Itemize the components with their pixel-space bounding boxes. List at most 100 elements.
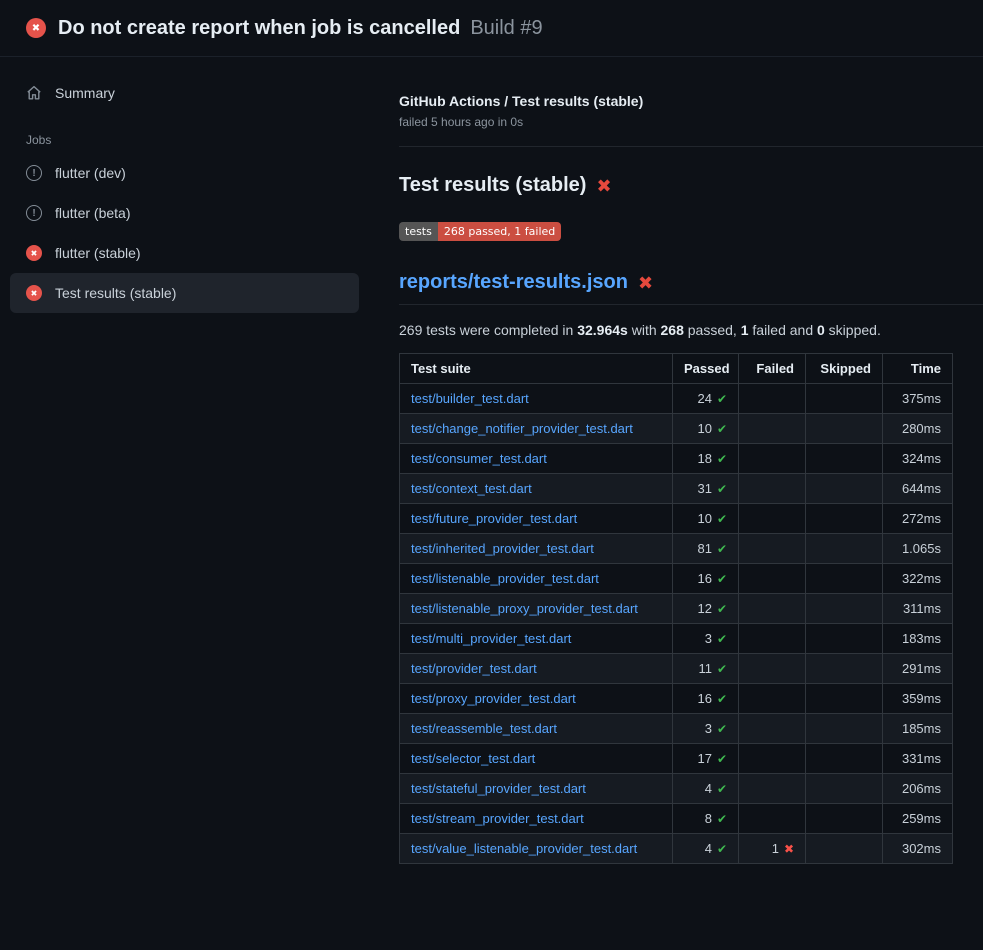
- fail-count-cell: [739, 594, 806, 624]
- table-row: test/value_listenable_provider_test.dart…: [400, 834, 953, 864]
- count-value: 4: [705, 841, 712, 856]
- x-circle-icon: ✖: [26, 285, 42, 301]
- table-row: test/multi_provider_test.dart3✔183ms: [400, 624, 953, 654]
- test-suite-cell: test/selector_test.dart: [400, 744, 673, 774]
- pass-count-cell: 16 ✔: [673, 684, 739, 714]
- time-cell: 644ms: [883, 474, 953, 504]
- skipped-count-cell: [806, 834, 883, 864]
- fail-count-cell: [739, 714, 806, 744]
- test-suite-link[interactable]: test/context_test.dart: [411, 481, 532, 496]
- col-time: Time: [883, 354, 953, 384]
- time-cell: 280ms: [883, 414, 953, 444]
- table-row: test/stateful_provider_test.dart4✔206ms: [400, 774, 953, 804]
- test-suite-link[interactable]: test/consumer_test.dart: [411, 451, 547, 466]
- test-suite-cell: test/value_listenable_provider_test.dart: [400, 834, 673, 864]
- x-circle-icon: ✖: [26, 18, 46, 38]
- sidebar-item-job[interactable]: !flutter (dev): [10, 153, 359, 193]
- skipped-count-cell: [806, 594, 883, 624]
- breadcrumb: GitHub Actions / Test results (stable): [399, 93, 983, 109]
- count-value: 11: [698, 661, 712, 676]
- test-suite-link[interactable]: test/change_notifier_provider_test.dart: [411, 421, 633, 436]
- sidebar: Summary Jobs !flutter (dev)!flutter (bet…: [0, 57, 383, 313]
- check-icon: ✔: [717, 512, 727, 526]
- check-icon: ✔: [717, 752, 727, 766]
- summary-number: 1: [741, 322, 749, 338]
- check-icon: ✔: [717, 782, 727, 796]
- pass-count-cell: 18✔: [673, 444, 739, 474]
- pass-count-cell: 12 ✔: [673, 594, 739, 624]
- test-suite-link[interactable]: test/proxy_provider_test.dart: [411, 691, 576, 706]
- report-link[interactable]: reports/test-results.json: [399, 271, 628, 294]
- x-circle-icon: ✖: [26, 245, 42, 261]
- cross-icon: ✖: [784, 842, 794, 856]
- results-table: Test suite Passed Failed Skipped Time te…: [399, 353, 953, 864]
- check-icon: ✔: [717, 662, 727, 676]
- check-icon: ✔: [717, 692, 727, 706]
- check-icon: ✔: [717, 482, 727, 496]
- count-value: 8: [705, 811, 712, 826]
- summary-fragment: passed,: [684, 322, 741, 338]
- fail-count-cell: [739, 804, 806, 834]
- time-cell: 331ms: [883, 744, 953, 774]
- time-cell: 302ms: [883, 834, 953, 864]
- count-value: 3: [705, 631, 712, 646]
- pass-count-cell: 11 ✔: [673, 654, 739, 684]
- sidebar-item-job[interactable]: !flutter (beta): [10, 193, 359, 233]
- count-value: 31: [697, 481, 711, 496]
- fail-count-cell: [739, 624, 806, 654]
- skipped-count-cell: [806, 444, 883, 474]
- time-cell: 185ms: [883, 714, 953, 744]
- col-skipped: Skipped: [806, 354, 883, 384]
- divider: [399, 146, 983, 147]
- test-suite-link[interactable]: test/listenable_proxy_provider_test.dart: [411, 601, 638, 616]
- sidebar-item-summary[interactable]: Summary: [10, 73, 359, 113]
- fail-count-cell: [739, 654, 806, 684]
- summary-fragment: skipped.: [825, 322, 881, 338]
- test-suite-link[interactable]: test/listenable_provider_test.dart: [411, 571, 599, 586]
- test-suite-cell: test/inherited_provider_test.dart: [400, 534, 673, 564]
- test-suite-link[interactable]: test/reassemble_test.dart: [411, 721, 557, 736]
- skipped-count-cell: [806, 804, 883, 834]
- test-suite-link[interactable]: test/inherited_provider_test.dart: [411, 541, 594, 556]
- count-value: 16: [697, 691, 711, 706]
- test-suite-link[interactable]: test/multi_provider_test.dart: [411, 631, 571, 646]
- table-row: test/reassemble_test.dart 3✔ 185ms: [400, 714, 953, 744]
- test-suite-link[interactable]: test/selector_test.dart: [411, 751, 535, 766]
- test-suite-cell: test/future_provider_test.dart: [400, 504, 673, 534]
- time-cell: 272ms: [883, 504, 953, 534]
- test-suite-cell: test/multi_provider_test.dart: [400, 624, 673, 654]
- test-suite-link[interactable]: test/value_listenable_provider_test.dart: [411, 841, 637, 856]
- col-test-suite: Test suite: [400, 354, 673, 384]
- sidebar-item-label: flutter (beta): [55, 205, 130, 221]
- skipped-count-cell: [806, 414, 883, 444]
- test-suite-link[interactable]: test/future_provider_test.dart: [411, 511, 577, 526]
- check-icon: ✔: [717, 602, 727, 616]
- table-row: test/proxy_provider_test.dart16✔359ms: [400, 684, 953, 714]
- skipped-count-cell: [806, 684, 883, 714]
- test-suite-cell: test/proxy_provider_test.dart: [400, 684, 673, 714]
- pass-count-cell: 4✔: [673, 834, 739, 864]
- count-value: 17: [697, 751, 711, 766]
- alert-circle-icon: !: [26, 165, 42, 181]
- page-header: ✖ Do not create report when job is cance…: [0, 0, 983, 57]
- test-suite-link[interactable]: test/stateful_provider_test.dart: [411, 781, 586, 796]
- skipped-count-cell: [806, 714, 883, 744]
- test-suite-link[interactable]: test/builder_test.dart: [411, 391, 529, 406]
- pass-count-cell: 3✔: [673, 624, 739, 654]
- col-passed: Passed: [673, 354, 739, 384]
- skipped-count-cell: [806, 474, 883, 504]
- summary-number: 268: [661, 322, 684, 338]
- table-row: test/context_test.dart 31 ✔ 644ms: [400, 474, 953, 504]
- sidebar-item-job[interactable]: ✖Test results (stable): [10, 273, 359, 313]
- pass-count-cell: 3✔: [673, 714, 739, 744]
- count-value: 12: [697, 601, 711, 616]
- test-suite-link[interactable]: test/stream_provider_test.dart: [411, 811, 584, 826]
- build-number: Build #9: [470, 17, 542, 40]
- test-suite-link[interactable]: test/provider_test.dart: [411, 661, 537, 676]
- skipped-count-cell: [806, 534, 883, 564]
- check-icon: ✔: [717, 392, 727, 406]
- sidebar-item-job[interactable]: ✖flutter (stable): [10, 233, 359, 273]
- pass-count-cell: 10✔: [673, 504, 739, 534]
- test-suite-cell: test/provider_test.dart: [400, 654, 673, 684]
- fail-count-cell: [739, 414, 806, 444]
